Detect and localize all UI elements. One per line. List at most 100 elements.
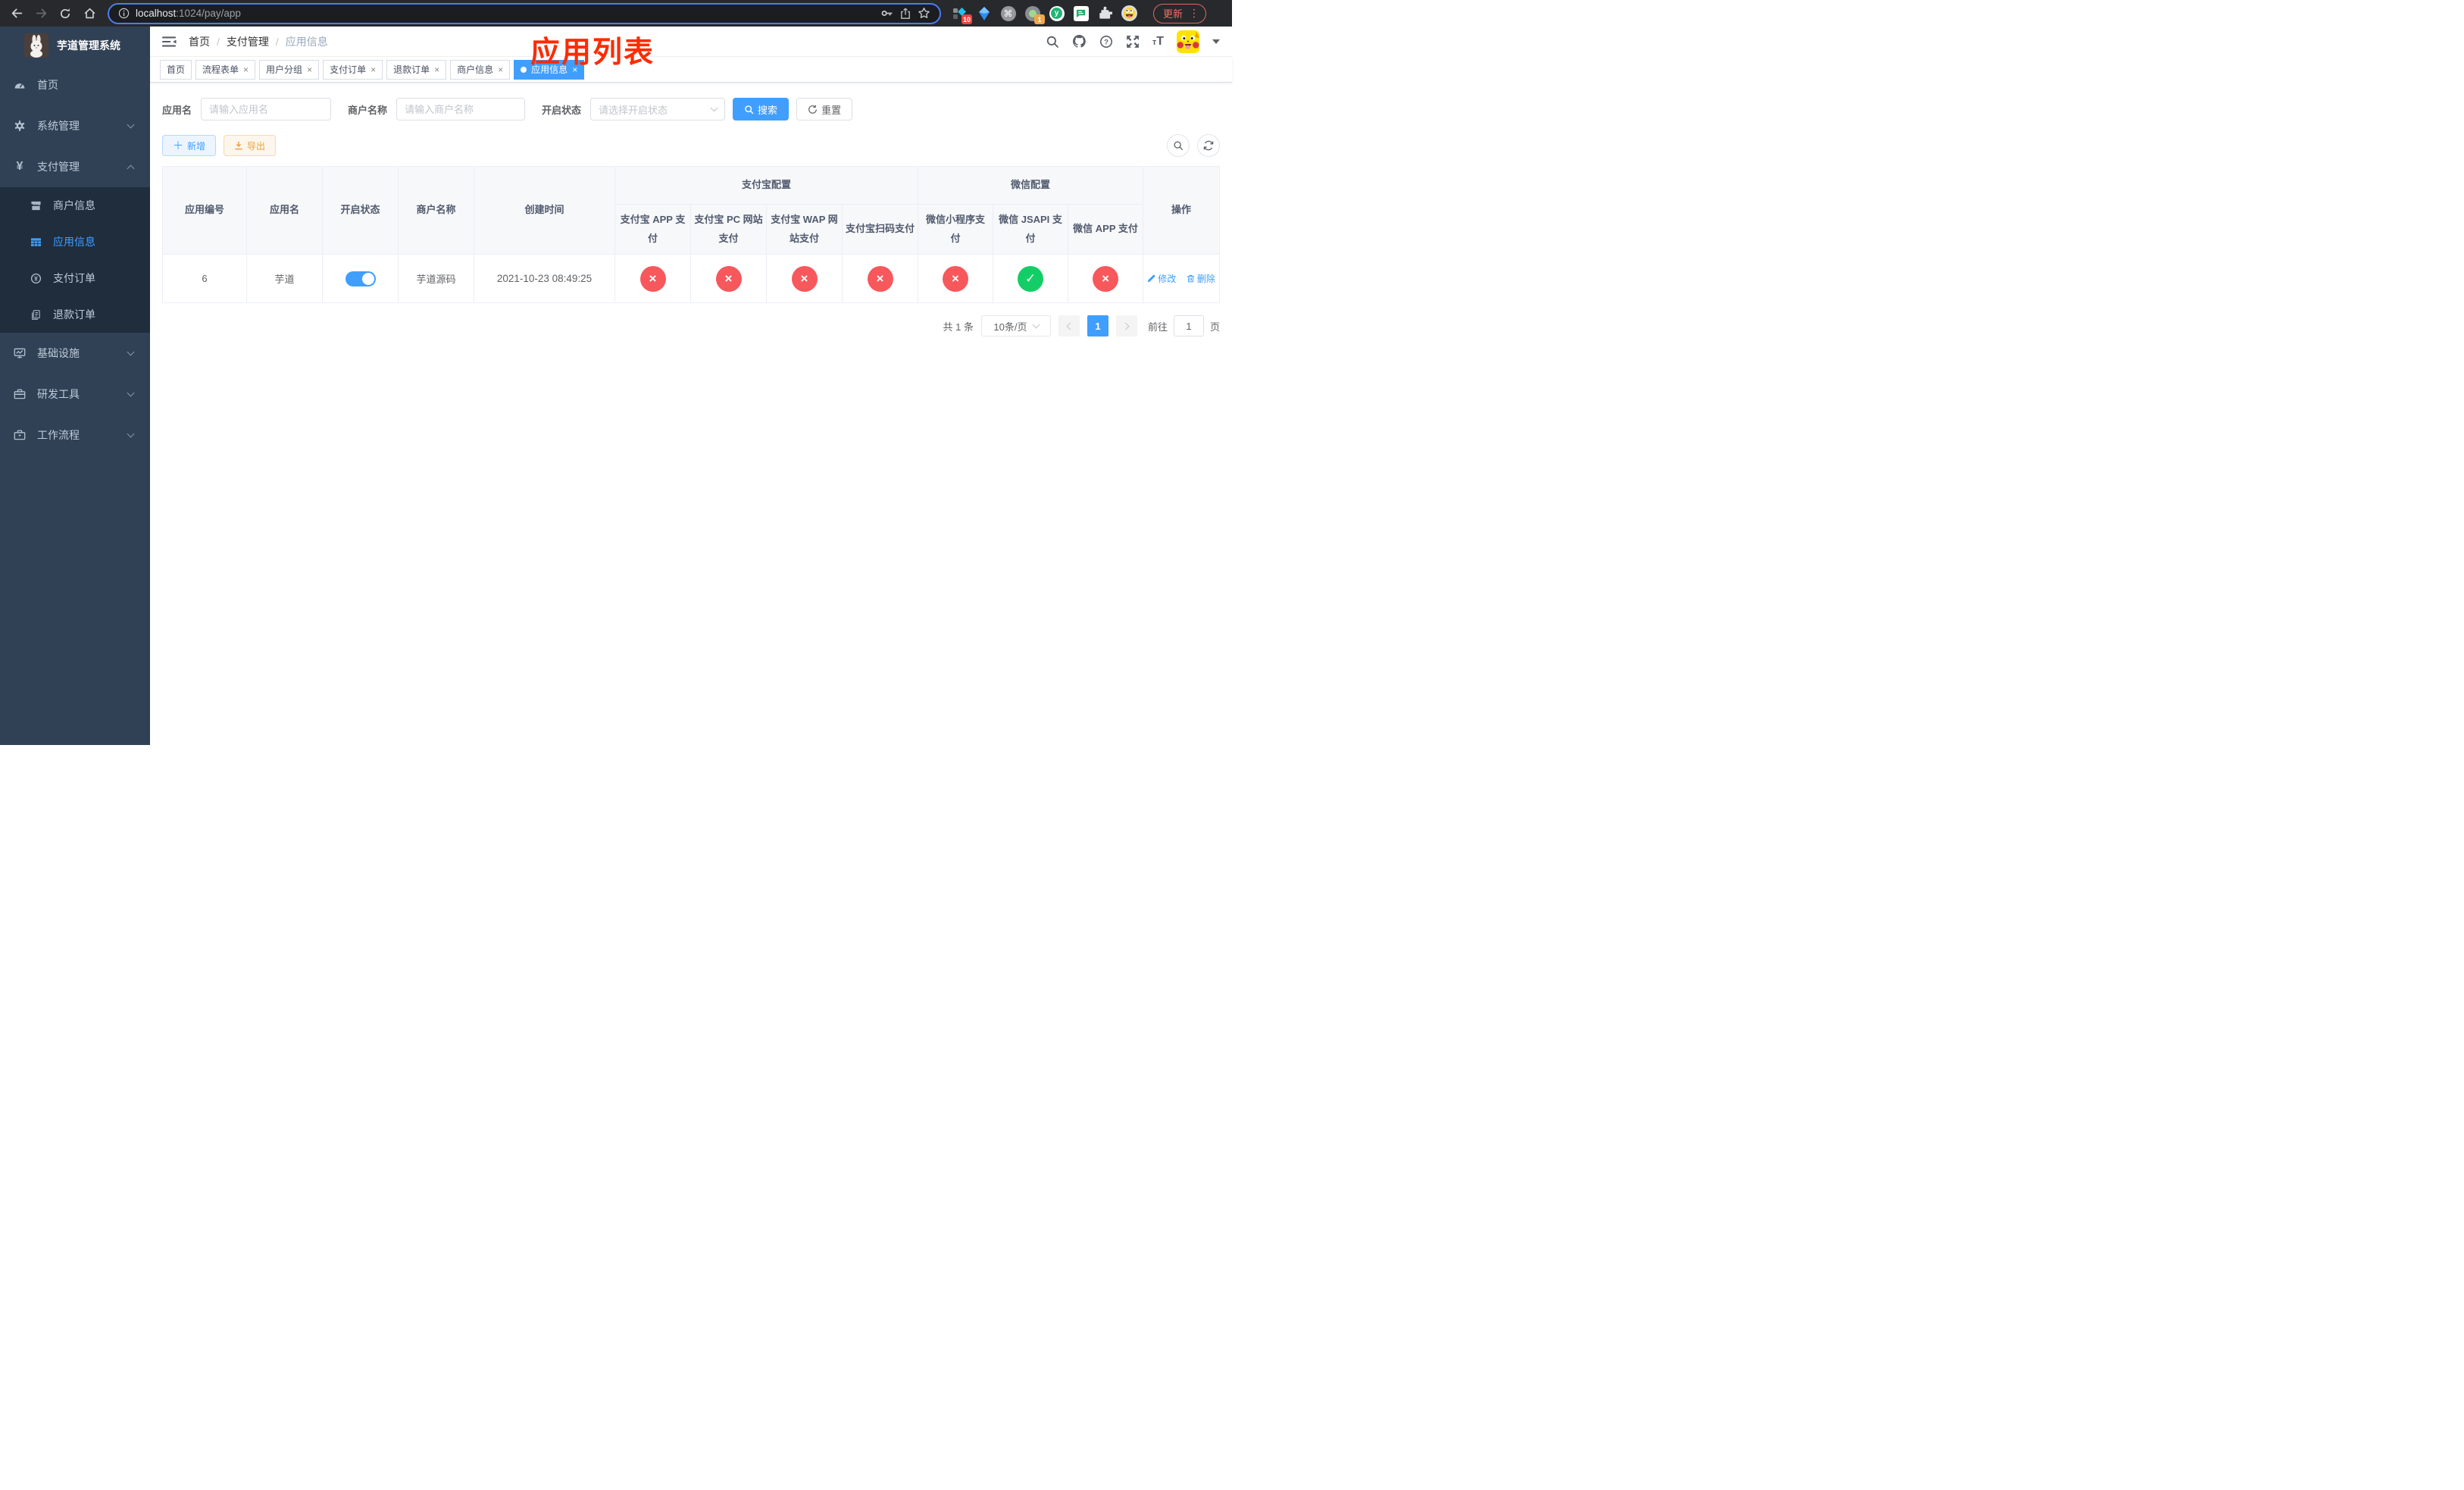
col-merchant: 商户名称 (398, 165, 474, 255)
app-logo[interactable]: 芋道管理系统 (0, 27, 150, 64)
extension-icon-2[interactable] (976, 5, 992, 21)
password-key-icon[interactable] (880, 7, 893, 20)
logo-rabbit-image (24, 33, 48, 58)
extension-icon-6[interactable] (1073, 5, 1089, 21)
browser-toolbar: localhost:1024/pay/app 10 ⌘ 1 y 更新 ⋮ (0, 0, 1232, 27)
status-select[interactable]: 请选择开启状态 (590, 98, 726, 121)
browser-menu-icon[interactable]: ⋮ (1189, 7, 1199, 20)
extensions-puzzle-icon[interactable] (1097, 5, 1113, 21)
extension-icon-4[interactable]: 1 (1024, 5, 1045, 24)
download-icon (235, 141, 242, 150)
sidebar-item-home[interactable]: 首页 (0, 64, 150, 105)
svg-text:?: ? (1104, 38, 1108, 46)
tab-refund-orders[interactable]: 退款订单 × (386, 59, 447, 80)
breadcrumb-payment[interactable]: 支付管理 (227, 34, 269, 49)
page-size-select[interactable]: 10条/页 (980, 315, 1051, 337)
chevron-down-icon (127, 430, 135, 438)
github-icon[interactable] (1072, 34, 1087, 49)
profile-emoji-icon[interactable] (1121, 5, 1137, 21)
group-alipay-config: 支付宝配置 (614, 166, 919, 205)
status-label: 开启状态 (542, 104, 582, 116)
close-icon[interactable]: × (434, 65, 439, 74)
refresh-table-button[interactable] (1197, 134, 1220, 157)
avatar-menu-caret-icon[interactable] (1212, 39, 1220, 44)
sidebar-item-dev-tools[interactable]: 研发工具 (0, 374, 150, 415)
close-icon[interactable]: × (307, 65, 312, 74)
goto-page-input[interactable] (1173, 315, 1204, 337)
emoji-face-icon (1121, 5, 1137, 21)
home-icon[interactable] (79, 3, 100, 24)
share-icon[interactable] (899, 8, 911, 20)
extension-badge: 1 (1034, 14, 1045, 24)
close-icon[interactable]: × (572, 65, 577, 74)
address-bar[interactable]: localhost:1024/pay/app (108, 2, 941, 24)
merchant-name-input[interactable] (396, 98, 526, 121)
reset-button[interactable]: 重置 (796, 98, 853, 121)
enabled-toggle[interactable] (345, 271, 376, 286)
breadcrumb-home[interactable]: 首页 (189, 34, 210, 49)
sidebar-item-merchant-info[interactable]: 商户信息 (0, 187, 150, 224)
cell-app-name: 芋道 (246, 254, 323, 304)
wx-jsapi-status-icon: ✓ (1018, 265, 1044, 292)
pikachu-avatar-image (1177, 30, 1199, 53)
help-icon[interactable]: ? (1099, 35, 1113, 49)
search-icon[interactable] (1046, 35, 1059, 49)
close-icon[interactable]: × (498, 65, 503, 74)
col-alipay-app: 支付宝 APP 支付 (614, 203, 691, 255)
edit-link[interactable]: 修改 (1147, 272, 1176, 285)
tab-merchant-info[interactable]: 商户信息 × (450, 59, 511, 80)
extension-icon-5[interactable]: y (1049, 5, 1065, 21)
page-1-button[interactable]: 1 (1087, 315, 1108, 337)
col-app-id: 应用编号 (162, 165, 247, 255)
table-row: 6 芋道 芋道源码 2021-10-23 08:49:25 × × × × × (162, 254, 1220, 304)
tab-user-group[interactable]: 用户分组 × (259, 59, 320, 80)
sidebar-item-label: 支付订单 (53, 272, 95, 284)
prev-page-button[interactable] (1058, 315, 1080, 337)
sidebar-item-label: 基础设施 (37, 347, 80, 359)
tab-app-info[interactable]: 应用信息 × (514, 59, 585, 80)
browser-update-button[interactable]: 更新 ⋮ (1153, 3, 1207, 23)
next-page-button[interactable] (1115, 315, 1137, 337)
close-icon[interactable]: × (371, 65, 376, 74)
reload-icon[interactable] (55, 3, 76, 24)
site-info-icon[interactable] (118, 8, 130, 19)
sidebar-item-payment[interactable]: ¥ 支付管理 (0, 146, 150, 187)
add-button[interactable]: ＋ 新增 (162, 135, 217, 156)
font-size-icon[interactable]: тT (1152, 35, 1164, 48)
shop-icon (31, 201, 41, 210)
app-title: 芋道管理系统 (57, 39, 120, 52)
back-icon[interactable] (6, 3, 27, 24)
sidebar-item-refund-orders[interactable]: 退款订单 (0, 296, 150, 333)
sidebar-collapse-icon[interactable] (162, 36, 177, 48)
extension-icon-3[interactable]: ⌘ (1000, 5, 1016, 21)
content-area: 应用名 商户名称 开启状态 请选择开启状态 搜索 (150, 83, 1232, 745)
chevron-down-icon (127, 348, 135, 356)
grid-icon (30, 237, 42, 246)
trash-icon (1187, 275, 1194, 283)
sidebar-item-infrastructure[interactable]: 基础设施 (0, 333, 150, 374)
bookmark-star-icon[interactable] (918, 7, 930, 20)
sidebar-item-label: 应用信息 (53, 236, 95, 248)
delete-link[interactable]: 删除 (1187, 272, 1215, 285)
chevron-up-icon (127, 164, 135, 173)
breadcrumb-current: 应用信息 (285, 35, 328, 48)
sidebar-item-app-info[interactable]: 应用信息 (0, 224, 150, 260)
extension-icon-1[interactable]: 10 (952, 5, 972, 24)
show-search-button[interactable] (1167, 134, 1190, 157)
alipay-app-status-icon: × (639, 265, 666, 292)
tab-process-form[interactable]: 流程表单 × (195, 59, 256, 80)
sidebar-item-system[interactable]: 系统管理 (0, 105, 150, 146)
tab-home[interactable]: 首页 (160, 59, 192, 80)
sidebar-item-pay-orders[interactable]: ¥ 支付订单 (0, 260, 150, 296)
cell-merchant: 芋道源码 (398, 254, 474, 304)
search-button[interactable]: 搜索 (733, 98, 790, 121)
fullscreen-icon[interactable] (1126, 35, 1140, 49)
app-name-input[interactable] (201, 98, 332, 121)
user-avatar[interactable] (1177, 30, 1199, 53)
sidebar-item-workflow[interactable]: 工作流程 (0, 415, 150, 455)
tab-pay-orders[interactable]: 支付订单 × (323, 59, 383, 80)
forward-icon[interactable] (30, 3, 52, 24)
export-button[interactable]: 导出 (224, 135, 277, 156)
sidebar-item-label: 商户信息 (53, 199, 95, 211)
close-icon[interactable]: × (243, 65, 249, 74)
